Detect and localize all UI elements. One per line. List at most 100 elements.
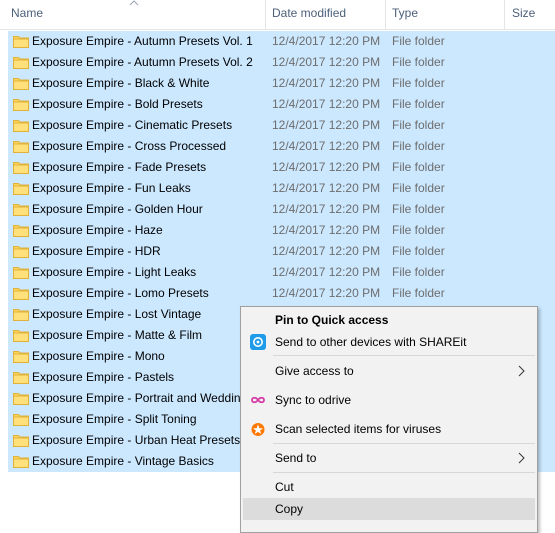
column-divider[interactable] (385, 0, 386, 29)
file-name: Exposure Empire - Fun Leaks (32, 181, 191, 195)
file-name: Exposure Empire - Lomo Presets (32, 286, 209, 300)
file-type: File folder (392, 286, 445, 300)
file-type: File folder (392, 202, 445, 216)
column-divider[interactable] (504, 0, 505, 29)
file-type: File folder (392, 97, 445, 111)
file-date: 12/4/2017 12:20 PM (272, 244, 381, 258)
folder-icon (13, 351, 29, 363)
file-type: File folder (392, 181, 445, 195)
file-row[interactable]: Exposure Empire - Fade Presets 12/4/2017 … (0, 157, 555, 178)
folder-icon (13, 267, 29, 279)
menu-item-label: Sync to odrive (275, 393, 352, 407)
menu-item-send-to[interactable]: Send to (243, 447, 535, 469)
file-row[interactable]: Exposure Empire - Lomo Presets 12/4/2017 … (0, 283, 555, 304)
file-date: 12/4/2017 12:20 PM (272, 265, 381, 279)
file-name: Exposure Empire - Golden Hour (32, 202, 203, 216)
folder-icon (13, 78, 29, 90)
chevron-right-icon (518, 365, 525, 377)
folder-icon (13, 57, 29, 69)
avast-icon (251, 423, 265, 436)
file-type: File folder (392, 34, 445, 48)
folder-icon (13, 204, 29, 216)
folder-icon (13, 309, 29, 321)
file-date: 12/4/2017 12:20 PM (272, 223, 381, 237)
file-type: File folder (392, 139, 445, 153)
file-row[interactable]: Exposure Empire - Haze 12/4/2017 12:20 PM… (0, 220, 555, 241)
file-name: Exposure Empire - Matte & Film (32, 328, 203, 342)
file-date: 12/4/2017 12:20 PM (272, 76, 381, 90)
file-row[interactable]: Exposure Empire - Cinematic Presets 12/4/… (0, 115, 555, 136)
menu-item-label: Pin to Quick access (275, 313, 389, 327)
menu-item-label: Cut (275, 480, 294, 494)
file-name: Exposure Empire - Cross Processed (32, 139, 227, 153)
file-date: 12/4/2017 12:20 PM (272, 97, 381, 111)
file-name: Exposure Empire - Split Toning (32, 412, 197, 426)
file-date: 12/4/2017 12:20 PM (272, 160, 381, 174)
folder-icon (13, 393, 29, 405)
file-row[interactable]: Exposure Empire - Light Leaks 12/4/2017 1… (0, 262, 555, 283)
folder-icon (13, 288, 29, 300)
file-row[interactable]: Exposure Empire - Autumn Presets Vol. 1 1… (0, 31, 555, 52)
chevron-right-icon (518, 452, 525, 464)
file-name: Exposure Empire - Light Leaks (32, 265, 197, 279)
file-name: Exposure Empire - HDR (32, 244, 161, 258)
file-name: Exposure Empire - Autumn Presets Vol. 1 (32, 34, 253, 48)
file-date: 12/4/2017 12:20 PM (272, 286, 381, 300)
menu-item-give-access-to[interactable]: Give access to (243, 360, 535, 382)
file-date: 12/4/2017 12:20 PM (272, 55, 381, 69)
menu-separator (273, 472, 535, 473)
menu-item-label: Send to (275, 451, 317, 465)
column-divider[interactable] (265, 0, 266, 29)
menu-item-cut[interactable]: Cut (243, 476, 535, 498)
menu-item-copy[interactable]: Copy (243, 498, 535, 520)
menu-item-label: Copy (275, 502, 304, 516)
file-row[interactable]: Exposure Empire - Autumn Presets Vol. 2 1… (0, 52, 555, 73)
folder-icon (13, 435, 29, 447)
file-type: File folder (392, 118, 445, 132)
folder-icon (13, 141, 29, 153)
column-size-header[interactable]: Size (512, 0, 535, 29)
menu-item-sync-to-odrive[interactable]: Sync to odrive (243, 389, 535, 411)
file-row[interactable]: Exposure Empire - Bold Presets 12/4/2017 … (0, 94, 555, 115)
file-row[interactable]: Exposure Empire - Fun Leaks 12/4/2017 12:… (0, 178, 555, 199)
file-name: Exposure Empire - Mono (32, 349, 165, 363)
menu-item-send-with-shareit[interactable]: Send to other devices with SHAREit (243, 331, 535, 353)
file-name: Exposure Empire - Lost Vintage (32, 307, 202, 321)
file-name: Exposure Empire - Vintage Basics (32, 454, 214, 468)
file-type: File folder (392, 160, 445, 174)
menu-item-label: Send to other devices with SHAREit (275, 335, 467, 349)
odrive-infinity-icon (251, 396, 265, 404)
file-name: Exposure Empire - Pastels (32, 370, 175, 384)
shareit-icon (250, 334, 266, 350)
file-name: Exposure Empire - Haze (32, 223, 163, 237)
file-type: File folder (392, 244, 445, 258)
column-header: Name Date modified Type Size (0, 0, 555, 30)
menu-item-scan-for-viruses[interactable]: Scan selected items for viruses (243, 418, 535, 440)
file-row[interactable]: Exposure Empire - Cross Processed 12/4/20… (0, 136, 555, 157)
menu-separator (273, 443, 535, 444)
file-date: 12/4/2017 12:20 PM (272, 139, 381, 153)
file-name: Exposure Empire - Portrait and Wedding (32, 391, 248, 405)
file-type: File folder (392, 76, 445, 90)
file-type: File folder (392, 55, 445, 69)
file-name: Exposure Empire - Autumn Presets Vol. 2 (32, 55, 253, 69)
folder-icon (13, 99, 29, 111)
folder-icon (13, 183, 29, 195)
column-name-header[interactable]: Name (11, 0, 43, 29)
file-type: File folder (392, 223, 445, 237)
menu-separator (273, 355, 535, 356)
menu-item-label: Give access to (275, 364, 354, 378)
file-row[interactable]: Exposure Empire - HDR 12/4/2017 12:20 PM F… (0, 241, 555, 262)
folder-icon (13, 246, 29, 258)
file-row[interactable]: Exposure Empire - Golden Hour 12/4/2017 1… (0, 199, 555, 220)
column-type-header[interactable]: Type (392, 0, 418, 29)
folder-icon (13, 372, 29, 384)
file-row[interactable]: Exposure Empire - Black & White 12/4/2017… (0, 73, 555, 94)
sort-ascending-icon (129, 0, 139, 6)
column-date-header[interactable]: Date modified (272, 0, 346, 29)
menu-item-pin-to-quick-access[interactable]: Pin to Quick access (243, 309, 535, 331)
file-date: 12/4/2017 12:20 PM (272, 34, 381, 48)
context-menu: Pin to Quick access Send to other device… (240, 306, 538, 533)
folder-icon (13, 414, 29, 426)
file-name: Exposure Empire - Bold Presets (32, 97, 203, 111)
